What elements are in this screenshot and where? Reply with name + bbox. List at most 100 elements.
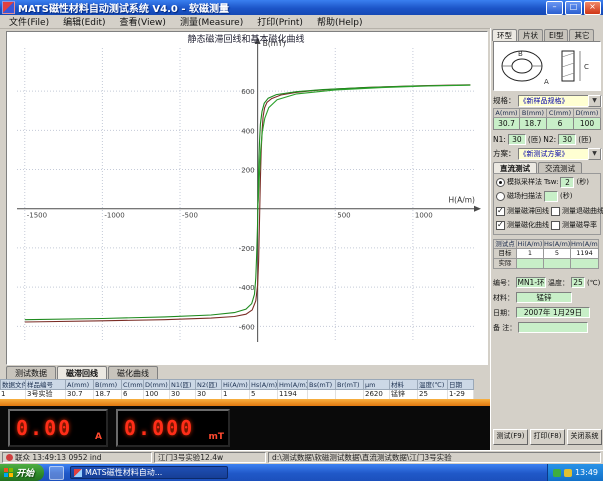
- sample-id-field[interactable]: MN1-环: [516, 277, 546, 288]
- result-column-header[interactable]: N1(匝): [170, 379, 196, 390]
- result-column-header[interactable]: N2(匝): [196, 379, 222, 390]
- material-label: 材料：: [493, 293, 514, 303]
- view-tab-2[interactable]: 磁化曲线: [108, 366, 158, 379]
- start-button[interactable]: 开始: [0, 464, 44, 481]
- result-column-header[interactable]: A(mm): [66, 379, 94, 390]
- result-column-header[interactable]: μm: [364, 379, 390, 390]
- points-cell[interactable]: 5: [544, 249, 571, 259]
- result-column-header[interactable]: Hm(A/m): [278, 379, 308, 390]
- menu-item-4[interactable]: 打印(Print): [250, 15, 310, 28]
- result-column-header[interactable]: B(mm): [94, 379, 122, 390]
- result-column-header[interactable]: 数据文件: [0, 379, 26, 390]
- radio-sweep-method[interactable]: [496, 192, 505, 201]
- points-cell[interactable]: 目标: [493, 249, 517, 259]
- chevron-down-icon[interactable]: ▼: [588, 95, 601, 107]
- result-column-header[interactable]: 样品编号: [26, 379, 66, 390]
- date-label: 日期：: [493, 308, 514, 318]
- result-cell[interactable]: 18.7: [94, 390, 122, 399]
- menu-item-2[interactable]: 查看(View): [113, 15, 173, 28]
- result-column-header[interactable]: Hi(A/m): [222, 379, 250, 390]
- sample-type-tab-0[interactable]: 环型: [492, 29, 517, 41]
- chevron-down-icon[interactable]: ▼: [588, 148, 601, 160]
- result-column-header[interactable]: Br(mT): [336, 379, 364, 390]
- svg-text:1000: 1000: [415, 212, 433, 220]
- svg-text:500: 500: [337, 212, 350, 220]
- points-cell[interactable]: [571, 259, 599, 269]
- result-cell[interactable]: 1: [222, 390, 250, 399]
- result-column-header[interactable]: 温度(℃): [418, 379, 448, 390]
- points-cell[interactable]: [517, 259, 544, 269]
- dim-value-field[interactable]: 30.7: [493, 118, 520, 130]
- checkbox-demag[interactable]: [551, 207, 560, 216]
- dim-value-field[interactable]: 100: [574, 118, 601, 130]
- result-cell[interactable]: 100: [144, 390, 170, 399]
- sample-type-tab-3[interactable]: 其它: [569, 29, 594, 41]
- tray-icon[interactable]: [553, 469, 561, 477]
- temperature-field[interactable]: 25: [571, 277, 585, 288]
- result-column-header[interactable]: 材料: [390, 379, 418, 390]
- view-tab-0[interactable]: 测试数据: [6, 366, 56, 379]
- result-cell[interactable]: [308, 390, 336, 399]
- menu-item-5[interactable]: 帮助(Help): [310, 15, 370, 28]
- sample-type-tab-1[interactable]: 片状: [518, 29, 543, 41]
- dim-value-field[interactable]: 6: [547, 118, 574, 130]
- view-tab-1[interactable]: 磁滞回线: [57, 366, 107, 379]
- menu-item-3[interactable]: 测量(Measure): [173, 15, 250, 28]
- result-cell[interactable]: 30.7: [66, 390, 94, 399]
- sweep-field[interactable]: [544, 191, 558, 202]
- points-cell[interactable]: 实际: [493, 259, 517, 269]
- result-cell[interactable]: 1194: [278, 390, 308, 399]
- tray-icon[interactable]: [564, 469, 572, 477]
- checkbox-permeability[interactable]: [551, 221, 560, 230]
- result-cell[interactable]: 6: [122, 390, 144, 399]
- result-column-header[interactable]: 日期: [448, 379, 474, 390]
- result-column-header[interactable]: C(mm): [122, 379, 144, 390]
- result-cell[interactable]: 25: [418, 390, 448, 399]
- result-cell[interactable]: 5: [250, 390, 278, 399]
- result-column-header[interactable]: D(mm): [144, 379, 170, 390]
- table-row[interactable]: 13号实验30.718.7610030301511942620锰锌251-29: [0, 390, 490, 399]
- result-cell[interactable]: 3号实验: [26, 390, 66, 399]
- svg-text:-1500: -1500: [27, 212, 47, 220]
- result-cell[interactable]: [336, 390, 364, 399]
- material-field[interactable]: 锰锌: [516, 292, 572, 303]
- radio-sampling-method[interactable]: [496, 178, 505, 187]
- flux-led-unit: mT: [208, 432, 224, 442]
- dim-value-field[interactable]: 18.7: [520, 118, 547, 130]
- spec-combobox[interactable]: 《新样品规格》 ▼: [518, 95, 603, 107]
- points-column-header: 测试点: [493, 239, 517, 249]
- result-column-header[interactable]: Hs(A/m): [250, 379, 278, 390]
- spec-value: 《新样品规格》: [519, 96, 589, 106]
- checkbox-hysteresis[interactable]: [496, 207, 505, 216]
- minimize-button[interactable]: –: [546, 1, 563, 15]
- date-field[interactable]: 2007年 1月29日: [516, 307, 590, 318]
- close-button[interactable]: ×: [584, 1, 601, 15]
- result-cell[interactable]: 30: [196, 390, 222, 399]
- checkbox-magnetization[interactable]: [496, 221, 505, 230]
- points-cell[interactable]: [544, 259, 571, 269]
- result-cell[interactable]: 1: [0, 390, 26, 399]
- result-cell[interactable]: 锰锌: [390, 390, 418, 399]
- n2-field[interactable]: 30: [558, 134, 576, 145]
- taskbar-task-button[interactable]: MATS磁性材料自动...: [70, 466, 228, 479]
- result-column-header[interactable]: Bs(mT): [308, 379, 336, 390]
- sample-type-tab-2[interactable]: EI型: [544, 29, 568, 41]
- n1-field[interactable]: 30: [508, 134, 526, 145]
- menu-item-0[interactable]: 文件(File): [2, 15, 56, 28]
- points-cell[interactable]: 1194: [571, 249, 599, 259]
- plan-combobox[interactable]: 《新测试方案》 ▼: [518, 148, 603, 160]
- menu-item-1[interactable]: 编辑(Edit): [56, 15, 112, 28]
- note-field[interactable]: [518, 322, 588, 333]
- n2-label: N2:: [543, 135, 556, 144]
- result-cell[interactable]: 30: [170, 390, 196, 399]
- tsw-field[interactable]: 2: [560, 177, 574, 188]
- quick-launch-icon[interactable]: [49, 466, 64, 480]
- n2-unit: (匝): [578, 134, 591, 145]
- result-cell[interactable]: 1-29: [448, 390, 474, 399]
- shutdown-button[interactable]: 关闭系统: [567, 429, 602, 445]
- points-cell[interactable]: 1: [517, 249, 544, 259]
- test-button[interactable]: 测试(F9): [493, 429, 528, 445]
- result-cell[interactable]: 2620: [364, 390, 390, 399]
- maximize-button[interactable]: □: [565, 1, 582, 15]
- print-button[interactable]: 打印(F8): [530, 429, 565, 445]
